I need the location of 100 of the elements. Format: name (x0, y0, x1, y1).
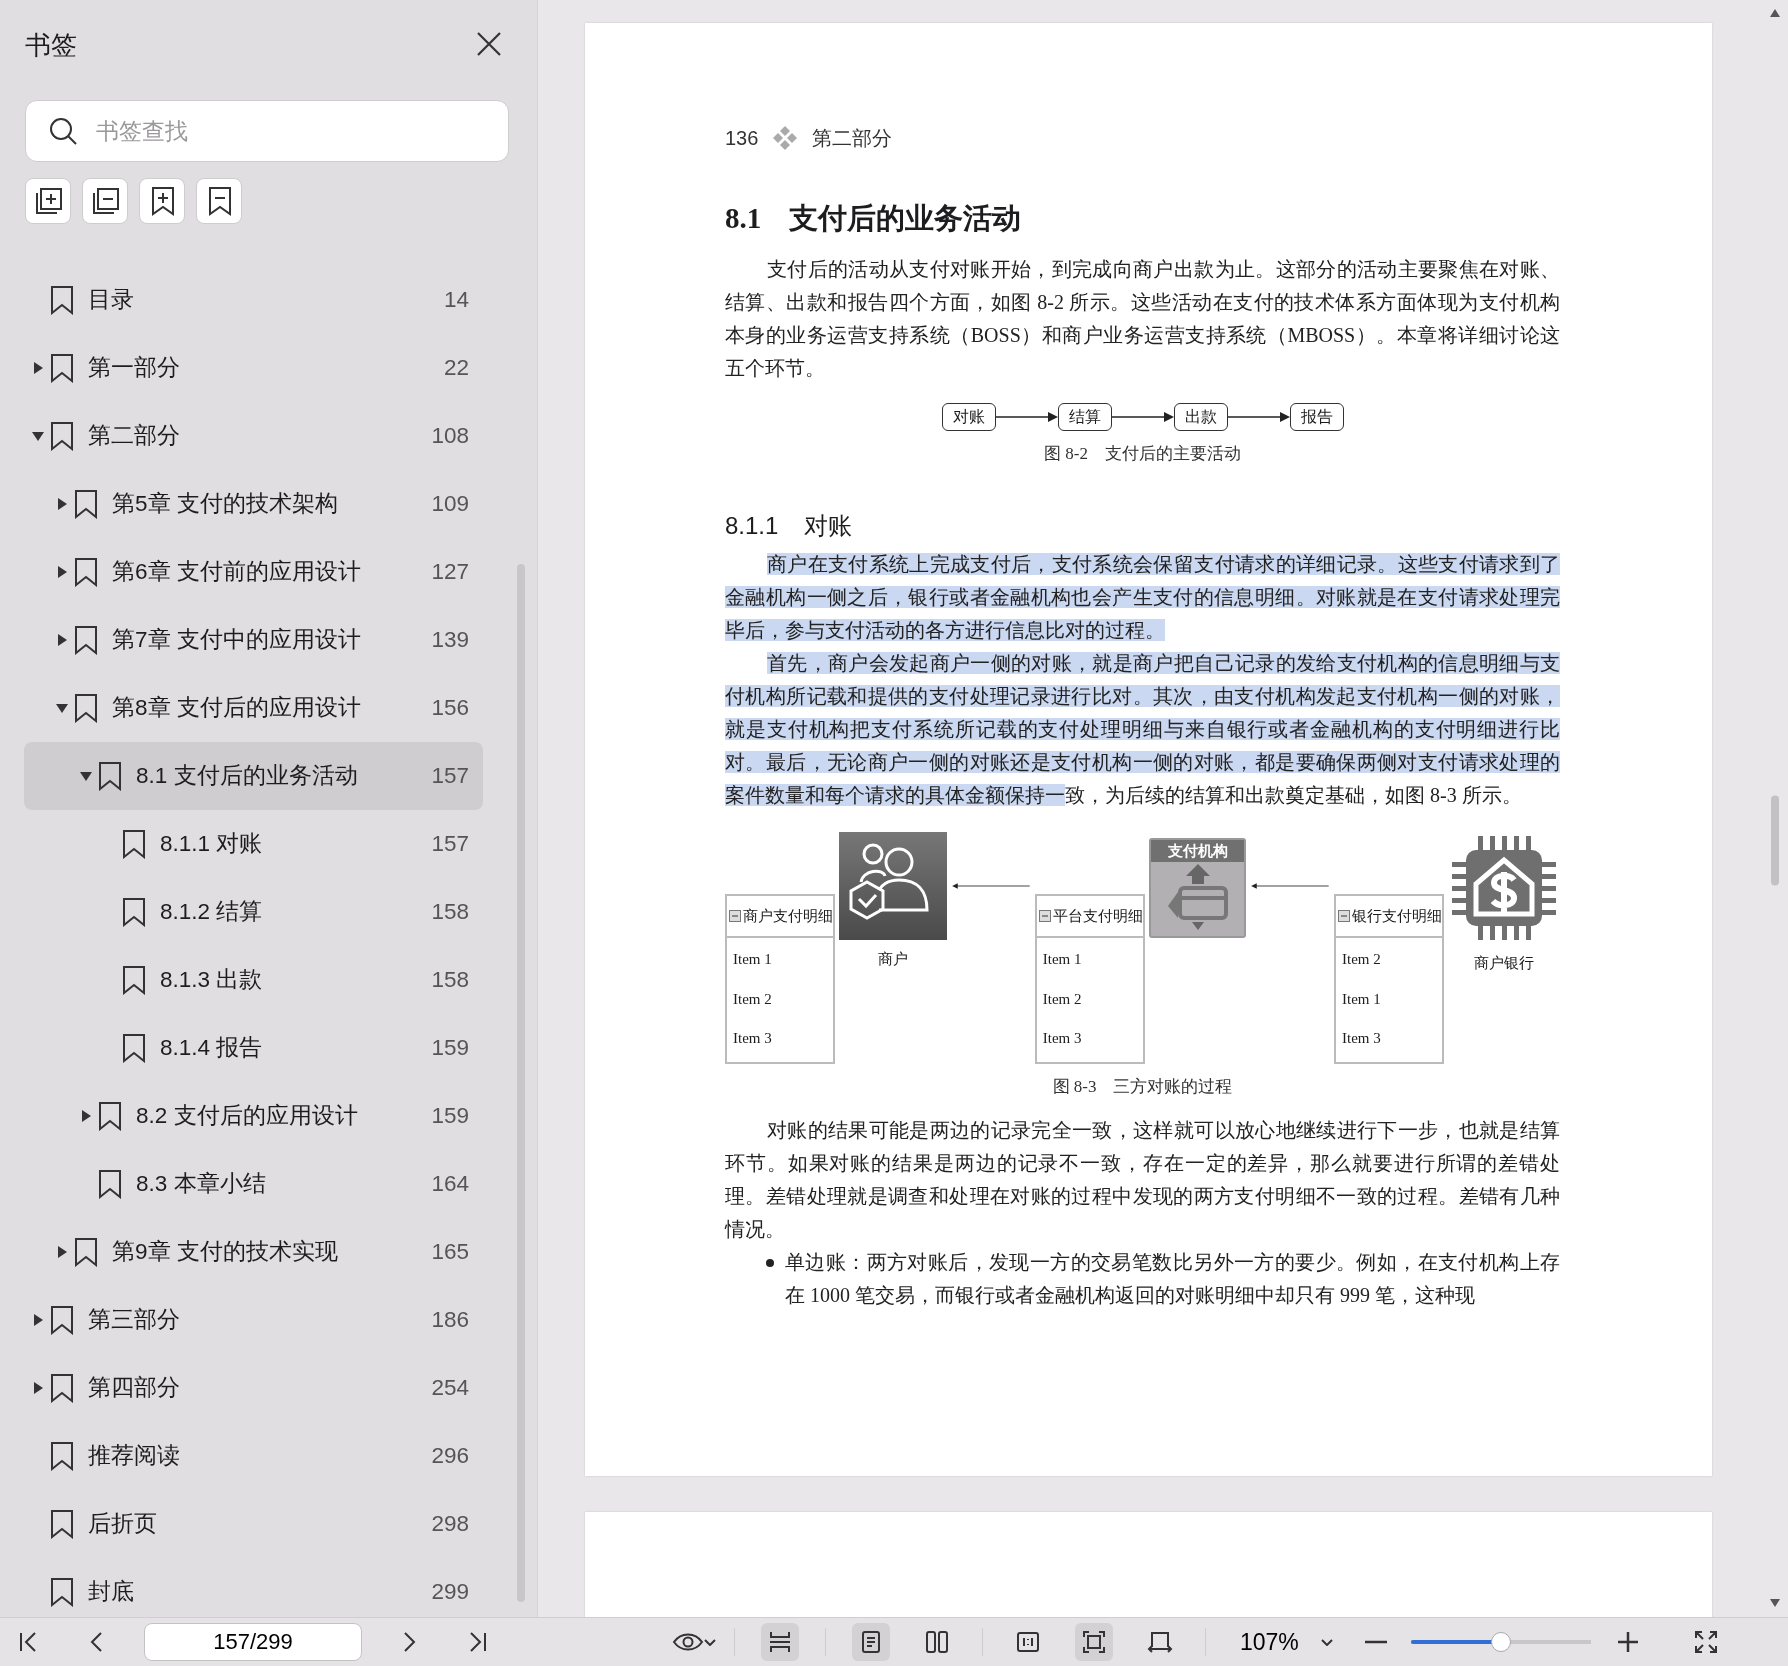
figure-caption: 图 8-2 支付后的主要活动 (1043, 442, 1242, 465)
bookmark-item[interactable]: 第一部分 22 (24, 334, 483, 402)
bullet-icon (765, 1257, 775, 1268)
bookmark-icon (50, 1373, 74, 1403)
bookmark-icon (50, 1305, 74, 1335)
arrow (995, 410, 1058, 423)
bookmark-item[interactable]: 第5章 支付的技术架构 109 (24, 470, 483, 538)
flow-step: 结算 (1057, 402, 1112, 431)
slider-thumb[interactable] (1490, 1632, 1511, 1652)
bookmark-item[interactable]: 第三部分 186 (24, 1286, 483, 1354)
flow-step: 出款 (1173, 402, 1228, 431)
search-field[interactable]: 书签查找 (25, 100, 509, 162)
bookmark-icon (74, 693, 98, 723)
minus-icon (1364, 1640, 1387, 1644)
continuous-view-button[interactable] (761, 1623, 799, 1661)
scrollbar-thumb[interactable] (517, 564, 525, 1602)
two-page-icon (924, 1629, 950, 1655)
bookmark-icon (74, 625, 98, 655)
bookmark-item[interactable]: 第8章 支付后的应用设计 156 (24, 674, 483, 742)
bookmark-icon (50, 1577, 74, 1607)
bookmark-item[interactable]: 第9章 支付的技术实现 165 (24, 1218, 483, 1286)
bookmark-item[interactable]: 8.1.2 结算 158 (24, 878, 483, 946)
fit-view-button[interactable] (1075, 1623, 1113, 1661)
actual-size-icon (1015, 1629, 1041, 1655)
fit-width-icon (1147, 1629, 1173, 1655)
bookmark-item[interactable]: 后折页 298 (24, 1490, 483, 1558)
minus-box-icon (1338, 910, 1350, 922)
arrow (1111, 410, 1174, 423)
single-view-button[interactable] (852, 1623, 890, 1661)
remove-button[interactable] (196, 178, 242, 224)
collapse-all-button[interactable] (82, 178, 128, 224)
people-shield-icon (839, 832, 947, 940)
bookmark-icon (98, 1169, 122, 1199)
disclosure-triangle-icon[interactable] (78, 769, 94, 783)
search-input[interactable]: 书签查找 (94, 112, 508, 150)
table-title: 银行支付明细 (1352, 906, 1442, 926)
table-row-text: Item 2 (1042, 989, 1083, 1009)
bookmark-icon (50, 285, 74, 315)
bookmark-icon (74, 489, 98, 519)
section-title: 对账 (804, 511, 853, 541)
table-row-text: Item 1 (1342, 989, 1382, 1009)
add-button[interactable] (139, 178, 185, 224)
caret-icon (1320, 1638, 1333, 1646)
bookmark-item[interactable]: 第7章 支付中的应用设计 139 (24, 606, 483, 674)
card-transfer-icon (1165, 862, 1230, 932)
bookmark-icon (122, 1033, 146, 1063)
minus-box-icon (1038, 910, 1051, 922)
table-row-text: Item 1 (1042, 950, 1083, 969)
bookmark-item[interactable]: 封底 299 (24, 1558, 483, 1617)
page-number: 136 (725, 126, 759, 151)
running-header: 第二部分 (812, 126, 893, 151)
zoom-dropdown[interactable]: 107% (1234, 1623, 1339, 1661)
bookmark-item[interactable]: 8.2 支付后的应用设计 159 (24, 1082, 483, 1150)
bookmark-item[interactable]: 第二部分 108 (24, 402, 483, 470)
diamond-ornament-icon (772, 125, 799, 151)
bookmark-item[interactable]: 8.1.4 报告 159 (24, 1014, 483, 1082)
bookmark-icon (50, 1441, 74, 1471)
bookmark-item[interactable]: 第6章 支付前的应用设计 127 (24, 538, 483, 606)
bookmark-item[interactable]: 第四部分 254 (24, 1354, 483, 1422)
minus-box-icon (729, 910, 741, 922)
paragraph-text: 商户在支付系统上完成支付后，支付系统会保留支付请求的详细记录。这些支付请求到了金融机构一侧之后，银行或者金融机构也会产生支付的信息明细。对账就是在支付请求处理完毕后，参与支付活动的各方进行信息比对的过程。 (725, 552, 1560, 643)
bookmark-icon (122, 829, 146, 859)
table-title: 平台支付明细 (1052, 906, 1143, 926)
bookmark-item[interactable]: 8.1 支付后的业务活动 157 (24, 742, 483, 810)
paragraph-text: 首先，商户会发起商户一侧的对账，就是商户把自己记录的发给支付机构的信息明细与支付机构所记载和提供的支付处理记录进行比对。其次，由支付机构发起支付机构一侧的对账，就是支付机构把支付系统所记载的支付处理明细与来自银行或者金融机构的支付明细进行比对。最后，无论商户一侧的对账还是支付机构一侧的对账，都是要确保两侧对支付请求处理的案件数量和每个请求的具体金额保持一致，为后续的结算和出款奠定基础，如图 8-3 所示。 (725, 651, 1560, 808)
flow-step: 报告 (1289, 402, 1344, 431)
table-row-text: Item 3 (1042, 1029, 1083, 1048)
box-title: 支付机构 (1150, 840, 1245, 862)
bookmark-item[interactable]: 8.1.1 对账 157 (24, 810, 483, 878)
bookmark-icon (122, 897, 146, 927)
bullet-text: 单边账：两方对账后，发现一方的交易笔数比另外一方的要少。例如，在支付机构上存在 1000 笔交易，而银行或者金融机构返回的对账明细中却只有 999 笔，这种现 (785, 1249, 1560, 1308)
fit-page-icon (1081, 1629, 1107, 1655)
table-row-text: Item 1 (733, 950, 773, 969)
expand-all-button[interactable] (25, 178, 71, 224)
close-icon[interactable] (475, 30, 503, 58)
table-row-text: Item 3 (1342, 1029, 1382, 1048)
table-row-text: Item 2 (733, 989, 773, 1009)
panel-title: 书签 (25, 29, 77, 62)
fullscreen-icon (1692, 1629, 1719, 1655)
paragraph-text: 对账的结果可能是两边的记录完全一致，这样就可以放心地继续进行下一步，也就是结算环节。如果对账的结果是两边的记录不一致，存在一定的差异，那么就要进行所谓的差错处理。差错处理就是调查和处理在对账的过程中发现的两方支付明细不一致的过程。差错有几种情况。 (725, 1117, 1560, 1242)
disclosure-triangle-icon[interactable] (54, 701, 70, 715)
bookmark-icon (74, 1237, 98, 1267)
caret-icon (704, 1638, 716, 1646)
arrow (1227, 410, 1290, 423)
page-number-field[interactable]: 157/299 (144, 1623, 362, 1661)
bookmark-item[interactable]: 8.1.3 出款 158 (24, 946, 483, 1014)
bookmark-item[interactable]: 推荐阅读 296 (24, 1422, 483, 1490)
bookmark-item[interactable]: 目录 14 (24, 266, 483, 334)
search-icon (48, 116, 78, 146)
bookmark-icon (122, 965, 146, 995)
bookmark-icon (98, 1101, 122, 1131)
continuous-scroll-icon (767, 1629, 793, 1655)
disclosure-triangle-icon[interactable] (30, 429, 46, 443)
table-title: 商户支付明细 (743, 906, 833, 926)
bookmark-icon (50, 421, 74, 451)
figure-caption: 图 8-3 三方对账的过程 (1051, 1076, 1234, 1098)
actor-label: 商户银行 (1474, 954, 1534, 973)
bookmark-item[interactable]: 8.3 本章小结 164 (24, 1150, 483, 1218)
table-row-text: Item 3 (733, 1029, 773, 1048)
paragraph-text: 支付后的活动从支付对账开始，到完成向商户出款为止。这部分的活动主要聚焦在对账、结算、出款和报告四个方面，如图 8-2 所示。这些活动在支付的技术体系方面体现为支付机构本身的业务运营支持系统（BOSS）和商户业务运营支持系统（MBOSS）。本章将详细讨论这五个环节。 (725, 256, 1560, 381)
